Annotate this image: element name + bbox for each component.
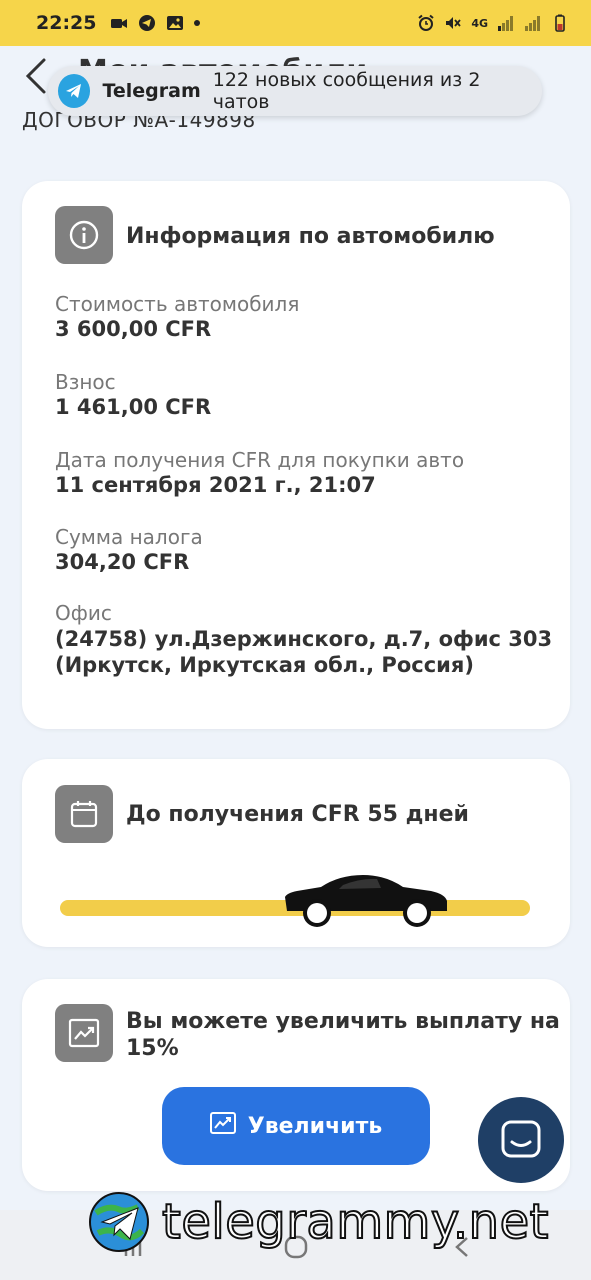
countdown-title: До получения CFR 55 дней	[126, 802, 469, 827]
alarm-icon	[417, 14, 435, 32]
info-icon	[55, 206, 113, 264]
growth-chart-icon	[55, 1004, 113, 1062]
status-time: 22:25	[36, 12, 97, 34]
car-price-label: Стоимость автомобиля	[55, 292, 300, 316]
increase-button[interactable]: Увеличить	[162, 1087, 430, 1165]
tax-label: Сумма налога	[55, 525, 203, 549]
video-camera-icon	[110, 14, 128, 32]
countdown-card: До получения CFR 55 дней	[22, 759, 570, 947]
signal-2-icon	[524, 14, 542, 32]
network-type-label: 4G	[471, 16, 488, 30]
receive-date-value: 11 сентября 2021 г., 21:07	[55, 473, 376, 497]
trend-up-icon	[209, 1112, 236, 1140]
telegram-notification[interactable]: Telegram 122 новых сообщения из 2 чатов	[48, 66, 542, 116]
office-address-line2: (Иркутск, Иркутская обл., Россия)	[55, 653, 474, 677]
watermark: telegrammy.net	[88, 1186, 588, 1258]
car-price-value: 3 600,00 CFR	[55, 317, 212, 341]
office-address-line1: (24758) ул.Дзержинского, д.7, офис 303	[55, 627, 553, 651]
car-info-card: Информация по автомобилю Стоимость автом…	[22, 181, 570, 729]
deposit-label: Взнос	[55, 370, 116, 394]
notification-text: 122 новых сообщения из 2 чатов	[212, 69, 481, 113]
support-chat-button[interactable]	[478, 1097, 564, 1183]
battery-icon	[551, 14, 569, 32]
mute-icon	[444, 14, 462, 32]
increase-title-line1: Вы можете увеличить выплату на	[126, 1009, 560, 1034]
tax-value: 304,20 CFR	[55, 550, 190, 574]
telegram-status-icon	[138, 14, 156, 32]
watermark-text: telegrammy.net	[161, 1193, 549, 1251]
calendar-icon	[55, 785, 113, 843]
image-icon	[166, 14, 184, 32]
increase-title-line2: 15%	[126, 1036, 179, 1061]
car-progress-icon	[281, 871, 451, 929]
signal-icon	[497, 14, 515, 32]
more-notifications-dot-icon	[194, 20, 201, 26]
watermark-globe-logo-icon	[88, 1191, 150, 1253]
deposit-value: 1 461,00 CFR	[55, 395, 212, 419]
car-info-title: Информация по автомобилю	[126, 224, 495, 249]
receive-date-label: Дата получения CFR для покупки авто	[55, 448, 465, 472]
telegram-icon	[58, 74, 91, 108]
status-bar: 22:25 4G	[0, 0, 591, 46]
increase-button-label: Увеличить	[247, 1113, 383, 1139]
notification-app-name: Telegram	[102, 80, 201, 102]
office-label: Офис	[55, 601, 112, 625]
